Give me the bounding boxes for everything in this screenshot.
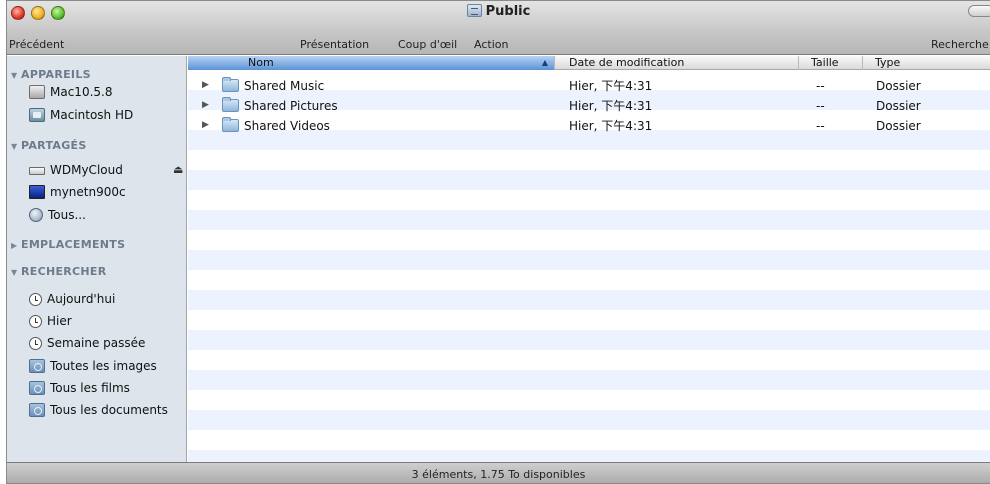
status-text: 3 éléments, 1.75 To disponibles bbox=[411, 468, 586, 481]
disclosure-right-icon[interactable]: ▶ bbox=[202, 80, 209, 90]
title-bar: Public Précédent Présentation Coup d'œil… bbox=[7, 1, 990, 55]
computer-screen-icon bbox=[29, 185, 45, 199]
sidebar-section-shared[interactable]: ▼ PARTAGÉS bbox=[11, 139, 87, 152]
quick-look-button[interactable]: Coup d'œil bbox=[398, 38, 457, 51]
column-name-header[interactable]: Nom ▲ bbox=[188, 56, 555, 70]
sidebar-item-all-movies[interactable]: Tous les films bbox=[29, 378, 130, 398]
file-kind: Dossier bbox=[876, 99, 921, 113]
disclosure-right-icon: ▶ bbox=[11, 241, 18, 250]
sidebar-item-today[interactable]: Aujourd'hui bbox=[29, 289, 115, 309]
view-button[interactable]: Présentation bbox=[300, 38, 369, 51]
file-size: -- bbox=[816, 79, 825, 93]
disclosure-right-icon[interactable]: ▶ bbox=[202, 120, 209, 130]
disclosure-down-icon: ▼ bbox=[11, 142, 18, 151]
file-date: Hier, 下午4:31 bbox=[569, 99, 653, 113]
file-name: Shared Videos bbox=[244, 119, 330, 133]
column-date-header[interactable]: Date de modification bbox=[555, 56, 799, 70]
smart-folder-icon bbox=[29, 403, 45, 417]
search-label[interactable]: Recherche bbox=[931, 38, 989, 51]
file-name: Shared Music bbox=[244, 79, 325, 93]
clock-icon bbox=[29, 292, 42, 306]
eject-icon[interactable]: ⏏ bbox=[173, 163, 183, 176]
folder-icon bbox=[222, 77, 239, 92]
table-row[interactable]: ▶ Shared Pictures Hier, 下午4:31 -- Dossie… bbox=[188, 96, 990, 116]
public-folder-icon bbox=[466, 4, 482, 17]
sidebar-item-mynetn900c[interactable]: mynetn900c bbox=[29, 182, 126, 202]
file-size: -- bbox=[816, 99, 825, 113]
action-button[interactable]: Action bbox=[474, 38, 508, 51]
file-kind: Dossier bbox=[876, 79, 921, 93]
sidebar-section-devices[interactable]: ▼ APPAREILS bbox=[11, 68, 91, 81]
column-kind-header[interactable]: Type bbox=[863, 56, 990, 70]
hard-drive-icon bbox=[29, 108, 45, 122]
back-button[interactable]: Précédent bbox=[9, 38, 64, 51]
disclosure-down-icon: ▼ bbox=[11, 71, 18, 80]
file-list: Nom ▲ Date de modification Taille Type ▶… bbox=[188, 56, 990, 462]
sort-ascending-icon: ▲ bbox=[541, 58, 548, 67]
status-bar: 3 éléments, 1.75 To disponibles bbox=[7, 462, 990, 483]
clock-icon bbox=[29, 336, 42, 350]
network-drive-icon bbox=[29, 167, 45, 175]
column-header: Nom ▲ Date de modification Taille Type bbox=[188, 56, 990, 70]
table-row[interactable]: ▶ Shared Videos Hier, 下午4:31 -- Dossier bbox=[188, 116, 990, 136]
sidebar-section-places[interactable]: ▶ EMPLACEMENTS bbox=[11, 238, 125, 251]
sidebar-item-all-shared[interactable]: Tous... bbox=[29, 205, 86, 225]
column-size-header[interactable]: Taille bbox=[799, 56, 863, 70]
sidebar-item-macintosh-hd[interactable]: Macintosh HD bbox=[29, 105, 133, 125]
toolbar-toggle-button[interactable] bbox=[968, 5, 990, 17]
disk-icon bbox=[29, 85, 45, 99]
file-date: Hier, 下午4:31 bbox=[569, 119, 653, 133]
folder-icon bbox=[222, 117, 239, 132]
folder-icon bbox=[222, 97, 239, 112]
sidebar: ▼ APPAREILS Mac10.5.8 Macintosh HD ▼ PARTA… bbox=[7, 56, 187, 462]
window-title: Public bbox=[7, 4, 990, 19]
sidebar-item-yesterday[interactable]: Hier bbox=[29, 311, 72, 331]
table-row[interactable]: ▶ Shared Music Hier, 下午4:31 -- Dossier bbox=[188, 76, 990, 96]
sidebar-item-mac10[interactable]: Mac10.5.8 bbox=[29, 82, 112, 102]
file-size: -- bbox=[816, 119, 825, 133]
disclosure-down-icon: ▼ bbox=[11, 268, 18, 277]
finder-window: Public Précédent Présentation Coup d'œil… bbox=[6, 0, 990, 484]
globe-icon bbox=[29, 208, 43, 222]
sidebar-item-all-images[interactable]: Toutes les images bbox=[29, 356, 157, 376]
sidebar-item-all-documents[interactable]: Tous les documents bbox=[29, 400, 168, 420]
window-title-text: Public bbox=[485, 4, 531, 19]
clock-icon bbox=[29, 314, 42, 328]
smart-folder-icon bbox=[29, 381, 45, 395]
file-name: Shared Pictures bbox=[244, 99, 338, 113]
sidebar-item-last-week[interactable]: Semaine passée bbox=[29, 333, 145, 353]
file-kind: Dossier bbox=[876, 119, 921, 133]
smart-folder-icon bbox=[29, 359, 45, 373]
file-date: Hier, 下午4:31 bbox=[569, 79, 653, 93]
sidebar-section-search[interactable]: ▼ RECHERCHER bbox=[11, 265, 107, 278]
disclosure-right-icon[interactable]: ▶ bbox=[202, 100, 209, 110]
sidebar-item-wdmycloud[interactable]: WDMyCloud bbox=[29, 160, 123, 180]
